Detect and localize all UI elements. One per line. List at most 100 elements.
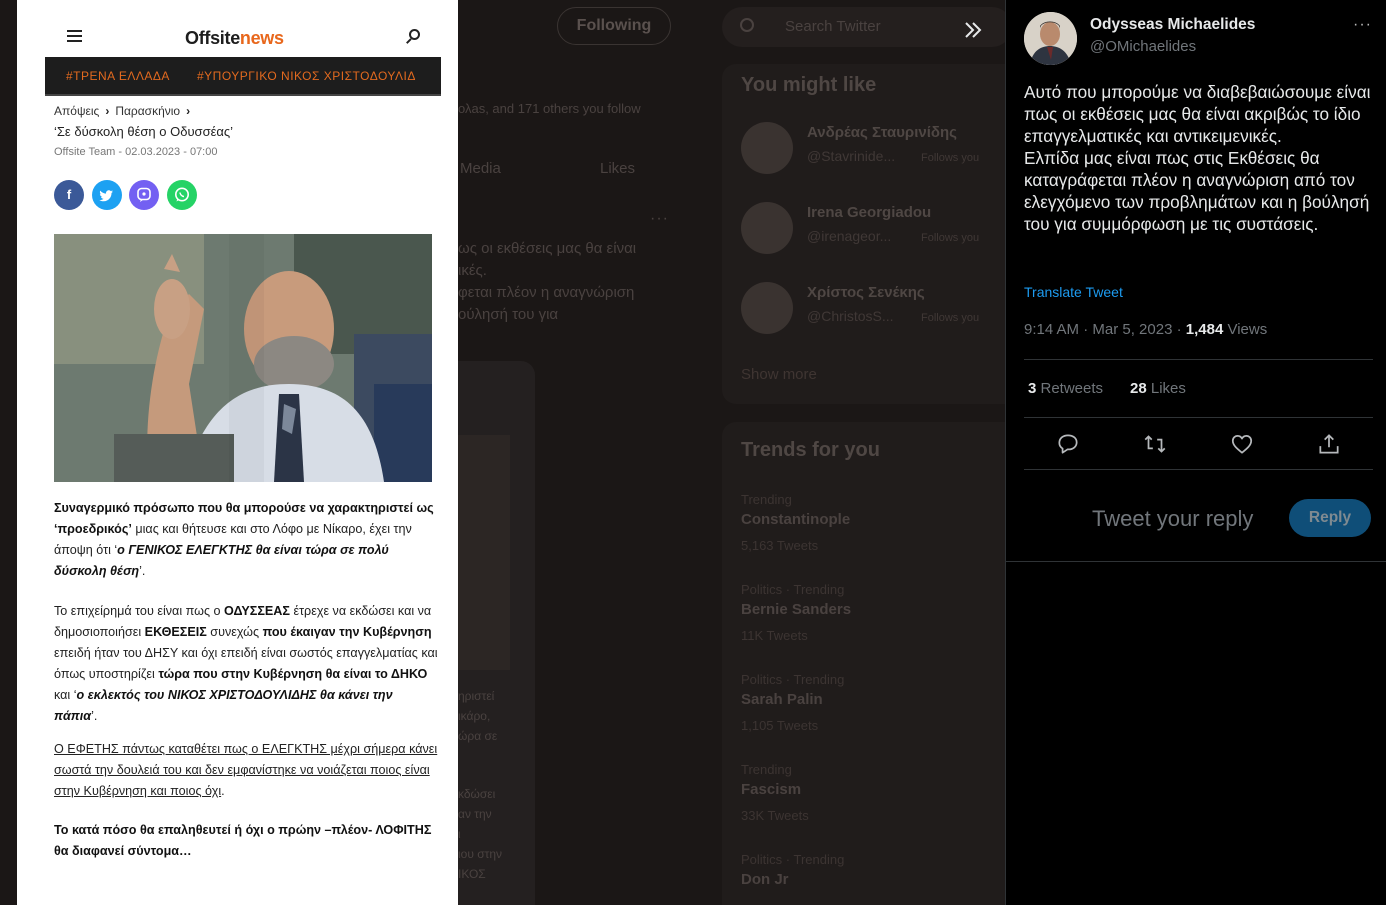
user-name: Irena Georgiadou xyxy=(807,204,932,221)
trend-name[interactable]: Sarah Palin xyxy=(741,691,823,708)
author-name[interactable]: Odysseas Michaelides xyxy=(1090,16,1255,34)
tweet-timestamp: 9:14 AM · Mar 5, 2023 · 1,484 Views xyxy=(1024,321,1268,338)
bg-card-text: ιου στην xyxy=(458,847,503,861)
trend-meta: Politics · Trending xyxy=(741,672,845,687)
article-photo xyxy=(54,234,432,482)
user-handle: @irenageor... xyxy=(807,228,892,244)
retweet-icon[interactable] xyxy=(1142,431,1168,457)
avatar[interactable] xyxy=(1024,12,1077,65)
retweets-count[interactable]: 3 Retweets xyxy=(1028,380,1103,397)
bg-card-text: ι xyxy=(458,827,461,841)
twitter-icon[interactable] xyxy=(92,180,122,210)
trend-count: 11K Tweets xyxy=(741,628,808,643)
trend-meta: Trending xyxy=(741,492,792,507)
viber-icon[interactable] xyxy=(129,180,159,210)
article-paragraph-2: Το επιχείρημά του είναι πως ο ΟΔΥΣΣΕΑΣ έ… xyxy=(54,604,438,723)
site-header: Offsitenews xyxy=(17,0,458,57)
article-meta: Offsite Team - 02.03.2023 - 07:00 xyxy=(54,146,218,158)
might-like-title: You might like xyxy=(741,74,877,96)
whatsapp-icon[interactable] xyxy=(167,180,197,210)
search-icon[interactable] xyxy=(406,29,421,45)
article-panel: Offsitenews #ΤΡΕΝΑ ΕΛΛΑΔΑ #ΥΠΟΥΡΓΙΚΟ ΝΙΚ… xyxy=(17,0,458,905)
trends-title: Trends for you xyxy=(741,439,880,461)
bg-media-photo xyxy=(458,435,510,670)
bg-tweet-line: ούλησή του για xyxy=(458,306,559,323)
share-icon[interactable] xyxy=(1316,431,1342,457)
tab-media[interactable]: Media xyxy=(460,160,501,177)
search-icon xyxy=(740,18,754,32)
following-button[interactable]: Following xyxy=(557,7,671,45)
user-handle: @Stavrinide... xyxy=(807,148,896,164)
follows-you-badge: Follows you xyxy=(921,152,980,164)
double-chevron-right-icon[interactable] xyxy=(963,20,983,40)
chevron-right-icon: › xyxy=(186,104,191,118)
bg-card-text: ικάρο, xyxy=(458,709,491,723)
tweet-detail-panel: Odysseas Michaelides @OMichaelides ··· Α… xyxy=(1005,0,1386,905)
logo-part-offsite: Offsite xyxy=(185,28,240,48)
article-paragraph-1: Συναγερμικό πρόσωπο που θα μπορούσε να χ… xyxy=(54,501,434,578)
likes-count[interactable]: 28 Likes xyxy=(1130,380,1186,397)
bg-card-text: ηριστεί xyxy=(458,689,495,703)
follows-you-badge: Follows you xyxy=(921,232,980,244)
avatar xyxy=(741,282,793,334)
trends-panel: Trends for you Trending Constantinople 5… xyxy=(722,422,1022,905)
facebook-icon[interactable]: f xyxy=(54,180,84,210)
user-handle: @ChristosS... xyxy=(807,308,894,324)
trend-meta: Politics · Trending xyxy=(741,582,845,597)
trend-count: 33K Tweets xyxy=(741,808,809,823)
trend-name[interactable]: Don Jr xyxy=(741,871,789,888)
trend-name[interactable]: Fascism xyxy=(741,781,801,798)
translate-tweet-link[interactable]: Translate Tweet xyxy=(1024,284,1123,300)
search-placeholder: Search Twitter xyxy=(785,18,881,35)
tag-link[interactable]: #ΤΡΕΝΑ ΕΛΛΑΔΑ xyxy=(66,69,170,83)
trend-name[interactable]: Bernie Sanders xyxy=(741,601,851,618)
chevron-right-icon: › xyxy=(105,104,110,118)
suggested-user[interactable]: Ανδρέας Σταυρινίδης @Stavrinide... Follo… xyxy=(741,122,1021,182)
suggested-user[interactable]: Irena Georgiadou @irenageor... Follows y… xyxy=(741,202,1021,262)
divider xyxy=(1024,359,1373,360)
trend-count: 5,163 Tweets xyxy=(741,538,819,553)
tag-bar: #ΤΡΕΝΑ ΕΛΛΑΔΑ #ΥΠΟΥΡΓΙΚΟ ΝΙΚΟΣ ΧΡΙΣΤΟΔΟΥ… xyxy=(45,57,441,96)
divider xyxy=(1024,417,1373,418)
trend-meta: Trending xyxy=(741,762,792,777)
tweet-card: Odysseas Michaelides @OMichaelides ··· Α… xyxy=(1006,0,1386,562)
trend-meta: Politics · Trending xyxy=(741,852,845,867)
follows-you-badge: Follows you xyxy=(921,312,980,324)
divider xyxy=(1024,469,1373,470)
bg-card-text: ώρα σε xyxy=(458,729,498,743)
article-paragraph-3[interactable]: Ο ΕΦΕΤΗΣ πάντως καταθέτει πως ο ΕΛΕΓΚΤΗΣ… xyxy=(54,739,439,802)
bg-tweet-line: φεται πλέον η αναγνώριση xyxy=(458,284,635,301)
user-name: Ανδρέας Σταυρινίδης xyxy=(807,124,957,141)
breadcrumb-item[interactable]: Απόψεις xyxy=(54,104,99,118)
followers-you-know: ολas, and 171 others you follow xyxy=(458,101,641,116)
bg-card-text: αν την xyxy=(458,807,492,821)
bg-card-text: ΙΚΟΣ xyxy=(458,867,486,881)
article-paragraph-4: Το κατά πόσο θα επαληθευτεί ή όχι ο πρώη… xyxy=(54,823,432,858)
trend-count: 1,105 Tweets xyxy=(741,718,819,733)
screen: Following ολas, and 171 others you follo… xyxy=(0,0,1386,905)
tweet-text: Αυτό που μπορούμε να διαβεβαιώσουμε είνα… xyxy=(1024,82,1371,234)
reply-icon[interactable] xyxy=(1055,431,1081,457)
bg-tweet-line: ικές. xyxy=(458,262,487,279)
logo-part-news: news xyxy=(239,28,284,48)
like-icon[interactable] xyxy=(1229,431,1255,457)
breadcrumb: Απόψεις › Παρασκήνιο › xyxy=(54,104,196,118)
article-title: ‘Σε δύσκολη θέση ο Οδυσσέας’ xyxy=(54,124,234,139)
bg-tweet-line: ως οι εκθέσεις μας θα είναι xyxy=(458,240,637,257)
site-logo[interactable]: Offsitenews xyxy=(185,28,284,49)
reply-button[interactable]: Reply xyxy=(1289,499,1371,537)
tab-likes[interactable]: Likes xyxy=(600,160,635,177)
hamburger-menu-icon[interactable] xyxy=(67,30,82,43)
tag-link[interactable]: #ΥΠΟΥΡΓΙΚΟ ΝΙΚΟΣ ΧΡΙΣΤΟΔΟΥΛΙΔ xyxy=(197,69,416,83)
might-like-panel: You might like Ανδρέας Σταυρινίδης @Stav… xyxy=(722,64,1022,404)
bg-card-text: κδώσει xyxy=(458,787,496,801)
trend-name[interactable]: Constantinople xyxy=(741,511,850,528)
breadcrumb-item[interactable]: Παρασκήνιο xyxy=(115,104,180,118)
more-icon[interactable]: ··· xyxy=(650,210,669,228)
suggested-user[interactable]: Χρίστος Σενέκης @ChristosS... Follows yo… xyxy=(741,282,1021,342)
more-options-icon[interactable]: ··· xyxy=(1353,16,1372,34)
reply-input[interactable]: Tweet your reply xyxy=(1092,506,1253,532)
show-more-link[interactable]: Show more xyxy=(741,366,817,383)
avatar xyxy=(741,122,793,174)
author-handle[interactable]: @OMichaelides xyxy=(1090,38,1196,55)
